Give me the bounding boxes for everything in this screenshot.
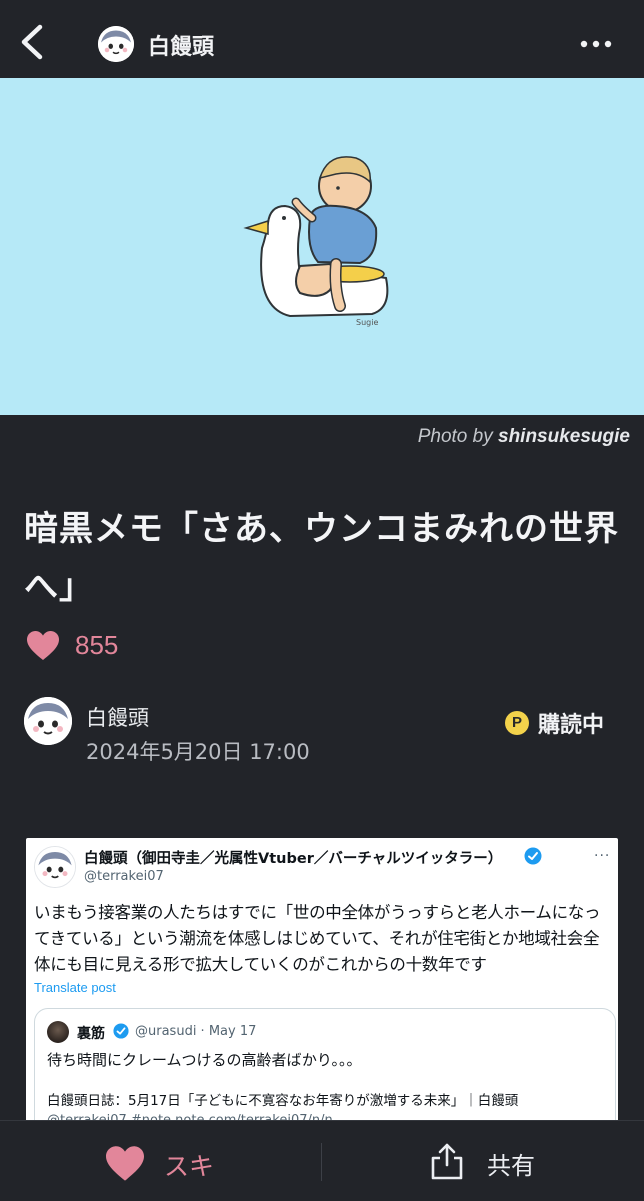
like-button[interactable]: スキ	[104, 1141, 244, 1185]
header-avatar[interactable]	[98, 26, 134, 62]
quoted-tweet-link-title[interactable]: 白饅頭日誌：5月17日「子どもに不寛容なお年寄りが激増する未来」｜白饅頭	[47, 1091, 607, 1111]
chevron-left-icon	[21, 24, 43, 60]
like-count: 855	[75, 630, 119, 660]
more-button[interactable]	[576, 28, 616, 60]
quoted-tweet[interactable]: 裏筋 @urasudi · May 17 待ち時間にクレームつけるの高齢者ばかり…	[34, 1008, 616, 1128]
artist-signature: Sugie	[356, 318, 378, 327]
tweet-more-icon[interactable]: ···	[594, 848, 610, 864]
header-title: 白饅頭	[148, 35, 215, 60]
mascot-avatar-icon	[24, 697, 72, 745]
verified-badge-icon	[113, 1023, 129, 1039]
point-badge-icon: P	[505, 711, 529, 735]
heart-icon	[106, 1146, 144, 1181]
like-button-label: スキ	[164, 1152, 215, 1181]
photo-credit: Photo by shinsukesugie	[418, 426, 630, 448]
photo-credit-author[interactable]: shinsukesugie	[498, 426, 630, 447]
mascot-avatar-icon	[98, 26, 134, 62]
tweet-avatar[interactable]	[34, 846, 76, 888]
article-title: 暗黒メモ「さあ、ウンコまみれの世界へ」	[24, 509, 619, 607]
heart-icon[interactable]	[26, 630, 60, 662]
verified-badge-icon	[524, 847, 542, 865]
back-button[interactable]	[14, 22, 54, 62]
tweet-author-name[interactable]: 白饅頭（御田寺圭／光属性Vtuber／バーチャルツイッタラー）	[84, 847, 502, 868]
embedded-tweet[interactable]: 白饅頭（御田寺圭／光属性Vtuber／バーチャルツイッタラー） @terrake…	[26, 838, 618, 1128]
quoted-tweet-author[interactable]: 裏筋	[77, 1023, 105, 1043]
hero-illustration: Sugie	[243, 156, 389, 327]
post-date: 2024年5月20日 17:00	[86, 740, 310, 764]
translate-post-link[interactable]: Translate post	[34, 980, 116, 995]
tweet-handle[interactable]: @terrakei07	[84, 869, 164, 884]
mascot-avatar-icon	[35, 847, 75, 887]
author-avatar[interactable]	[24, 697, 72, 745]
hero-image: Sugie	[0, 78, 644, 415]
bottom-action-bar: スキ 共有	[0, 1120, 644, 1201]
author-name[interactable]: 白饅頭	[86, 702, 149, 732]
bottom-bar-divider	[321, 1143, 322, 1181]
subscribe-label: 購読中	[538, 713, 605, 738]
top-bar: 白饅頭	[0, 0, 644, 78]
quoted-tweet-handle: @urasudi · May 17	[135, 1024, 257, 1039]
share-button-label: 共有	[487, 1152, 535, 1180]
quoted-tweet-avatar[interactable]	[47, 1021, 69, 1043]
share-button[interactable]: 共有	[428, 1139, 558, 1185]
more-horizontal-icon	[580, 40, 612, 48]
tweet-text: いまもう接客業の人たちはすでに「世の中全体がうっすらと老人ホームになってきている…	[34, 903, 601, 974]
quoted-tweet-text: 待ち時間にクレームつけるの高齢者ばかり。。。	[47, 1051, 362, 1069]
photo-credit-prefix: Photo by	[417, 426, 493, 447]
share-icon	[431, 1143, 463, 1180]
